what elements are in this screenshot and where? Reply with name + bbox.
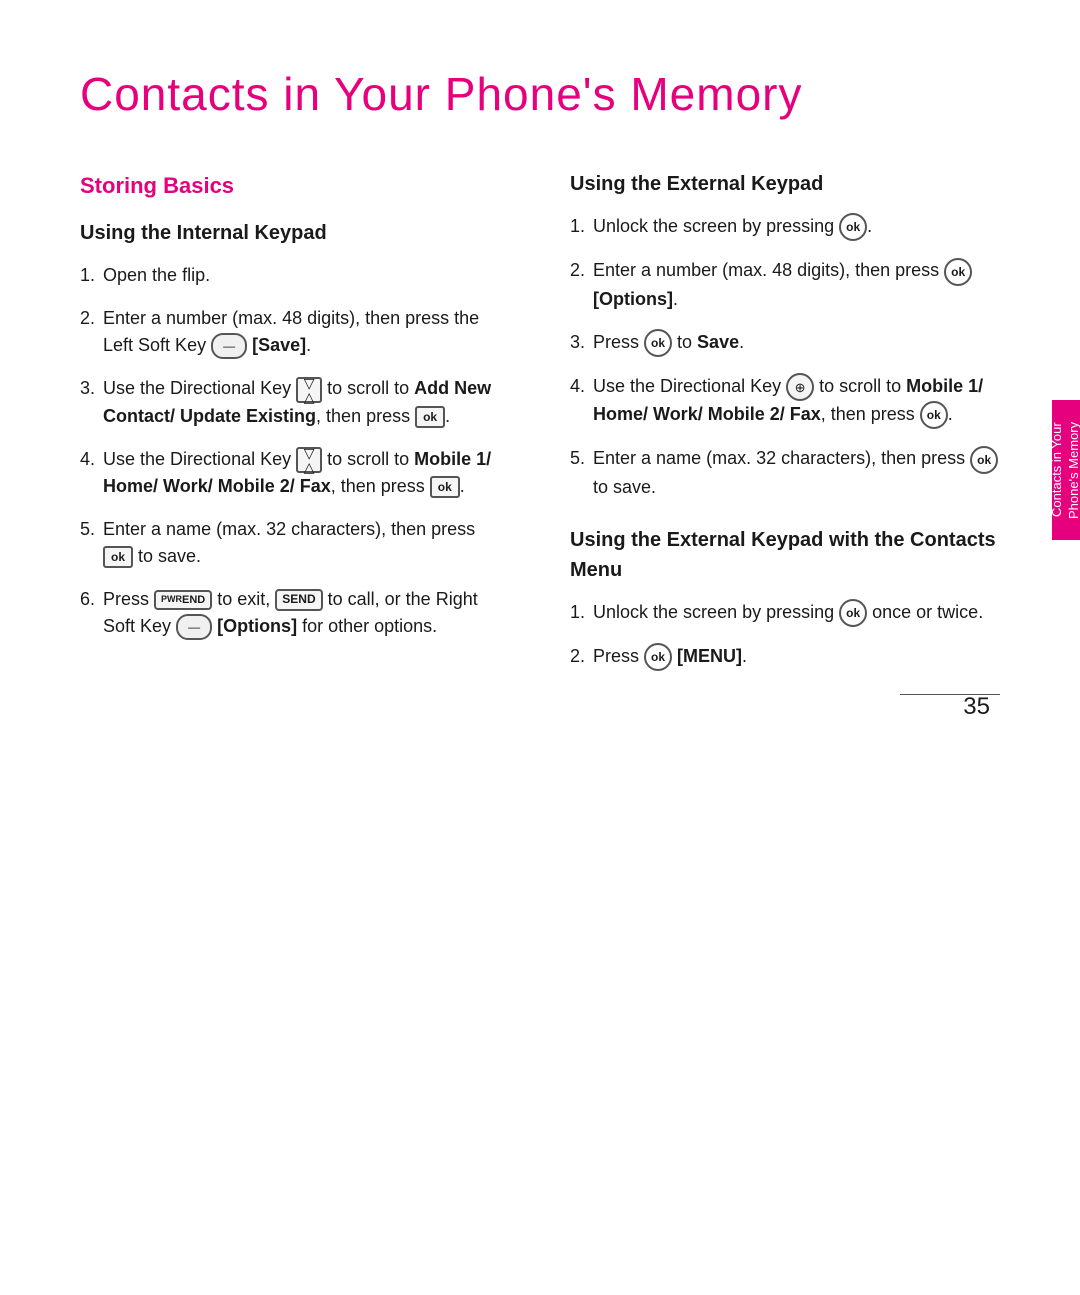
ext-step-5: 5. Enter a name (max. 32 characters), th… <box>570 445 1000 500</box>
ok-circle-icon-2: ok <box>944 258 972 286</box>
ok-circle-icon-6: ok <box>839 599 867 627</box>
ext-step-content-4: Use the Directional Key ⊕ to scroll to M… <box>593 373 1000 430</box>
step-content-2: Enter a number (max. 48 digits), then pr… <box>103 305 510 359</box>
right-column: Using the External Keypad 1. Unlock the … <box>570 169 1000 695</box>
section-heading-storing-basics: Storing Basics <box>80 169 510 202</box>
step-num-2: 2. <box>80 305 95 359</box>
menu-step-content-2: Press ok [MENU]. <box>593 643 1000 671</box>
dir-key-circle-icon: ⊕ <box>786 373 814 401</box>
ok-square-icon-3: ok <box>103 546 133 568</box>
save-label: [Save] <box>252 335 306 355</box>
step-content-4: Use the Directional Key ▽△ to scroll to … <box>103 446 510 500</box>
sub-heading-internal-keypad: Using the Internal Keypad <box>80 218 510 248</box>
ext-step-1: 1. Unlock the screen by pressing ok. <box>570 213 1000 241</box>
page-number: 35 <box>963 689 990 725</box>
ok-circle-icon-4: ok <box>920 401 948 429</box>
step-num-6: 6. <box>80 586 95 640</box>
ok-circle-icon-1: ok <box>839 213 867 241</box>
menu-step-num-1: 1. <box>570 599 585 627</box>
ext-step-content-3: Press ok to Save. <box>593 329 1000 357</box>
external-keypad-steps: 1. Unlock the screen by pressing ok. 2. … <box>570 213 1000 501</box>
dir-key-icon-1: ▽△ <box>296 377 322 403</box>
save-bold-label: Save <box>697 332 739 352</box>
ext-step-4: 4. Use the Directional Key ⊕ to scroll t… <box>570 373 1000 430</box>
dir-key-icon-2: ▽△ <box>296 447 322 473</box>
sub-heading-external-keypad-contacts-menu: Using the External Keypad with the Conta… <box>570 525 1000 585</box>
ext-step-num-4: 4. <box>570 373 585 430</box>
options-label-right: [Options] <box>593 289 673 309</box>
step-num-4: 4. <box>80 446 95 500</box>
step-6: 6. Press PWREND to exit, SEND to call, o… <box>80 586 510 640</box>
step-content-1: Open the flip. <box>103 262 510 289</box>
ext-step-num-5: 5. <box>570 445 585 500</box>
soft-key-icon: ― <box>211 333 247 359</box>
step-content-5: Enter a name (max. 32 characters), then … <box>103 516 510 570</box>
step-content-6: Press PWREND to exit, SEND to call, or t… <box>103 586 510 640</box>
step-1: 1. Open the flip. <box>80 262 510 289</box>
ext-step-content-5: Enter a name (max. 32 characters), then … <box>593 445 1000 500</box>
ext-step-num-1: 1. <box>570 213 585 241</box>
ext-step-num-2: 2. <box>570 257 585 312</box>
menu-step-2: 2. Press ok [MENU]. <box>570 643 1000 671</box>
ext-step-3: 3. Press ok to Save. <box>570 329 1000 357</box>
step-4: 4. Use the Directional Key ▽△ to scroll … <box>80 446 510 500</box>
step-content-3: Use the Directional Key ▽△ to scroll to … <box>103 375 510 429</box>
internal-keypad-steps: 1. Open the flip. 2. Enter a number (max… <box>80 262 510 640</box>
step-num-1: 1. <box>80 262 95 289</box>
two-column-layout: Storing Basics Using the Internal Keypad… <box>80 169 1000 695</box>
options-label-left: [Options] <box>217 616 297 636</box>
page-title: Contacts in Your Phone's Memory <box>80 60 1000 129</box>
left-column: Storing Basics Using the Internal Keypad… <box>80 169 510 695</box>
page-tab: Contacts in Your Phone's Memory <box>1052 400 1080 540</box>
sub-heading-external-keypad: Using the External Keypad <box>570 169 1000 199</box>
menu-step-num-2: 2. <box>570 643 585 671</box>
right-soft-key-icon: ― <box>176 614 212 640</box>
send-key-icon: SEND <box>275 589 322 611</box>
ext-step-num-3: 3. <box>570 329 585 357</box>
step-5: 5. Enter a name (max. 32 characters), th… <box>80 516 510 570</box>
ext-step-content-2: Enter a number (max. 48 digits), then pr… <box>593 257 1000 312</box>
ok-circle-icon-5: ok <box>970 446 998 474</box>
step-num-3: 3. <box>80 375 95 429</box>
menu-label: [MENU] <box>677 646 742 666</box>
ok-circle-icon-7: ok <box>644 643 672 671</box>
menu-step-1: 1. Unlock the screen by pressing ok once… <box>570 599 1000 627</box>
page-container: Contacts in Your Phone's Memory Storing … <box>0 0 1080 775</box>
step-num-5: 5. <box>80 516 95 570</box>
ok-square-icon-1: ok <box>415 406 445 428</box>
page-tab-text: Contacts in Your Phone's Memory <box>1049 400 1080 540</box>
menu-step-content-1: Unlock the screen by pressing ok once or… <box>593 599 1000 627</box>
external-keypad-contacts-menu-steps: 1. Unlock the screen by pressing ok once… <box>570 599 1000 672</box>
ok-circle-icon-3: ok <box>644 329 672 357</box>
step-3: 3. Use the Directional Key ▽△ to scroll … <box>80 375 510 429</box>
step-2: 2. Enter a number (max. 48 digits), then… <box>80 305 510 359</box>
ok-square-icon-2: ok <box>430 476 460 498</box>
ext-step-2: 2. Enter a number (max. 48 digits), then… <box>570 257 1000 312</box>
pwr-end-key-icon: PWREND <box>154 590 212 610</box>
ext-step-content-1: Unlock the screen by pressing ok. <box>593 213 1000 241</box>
